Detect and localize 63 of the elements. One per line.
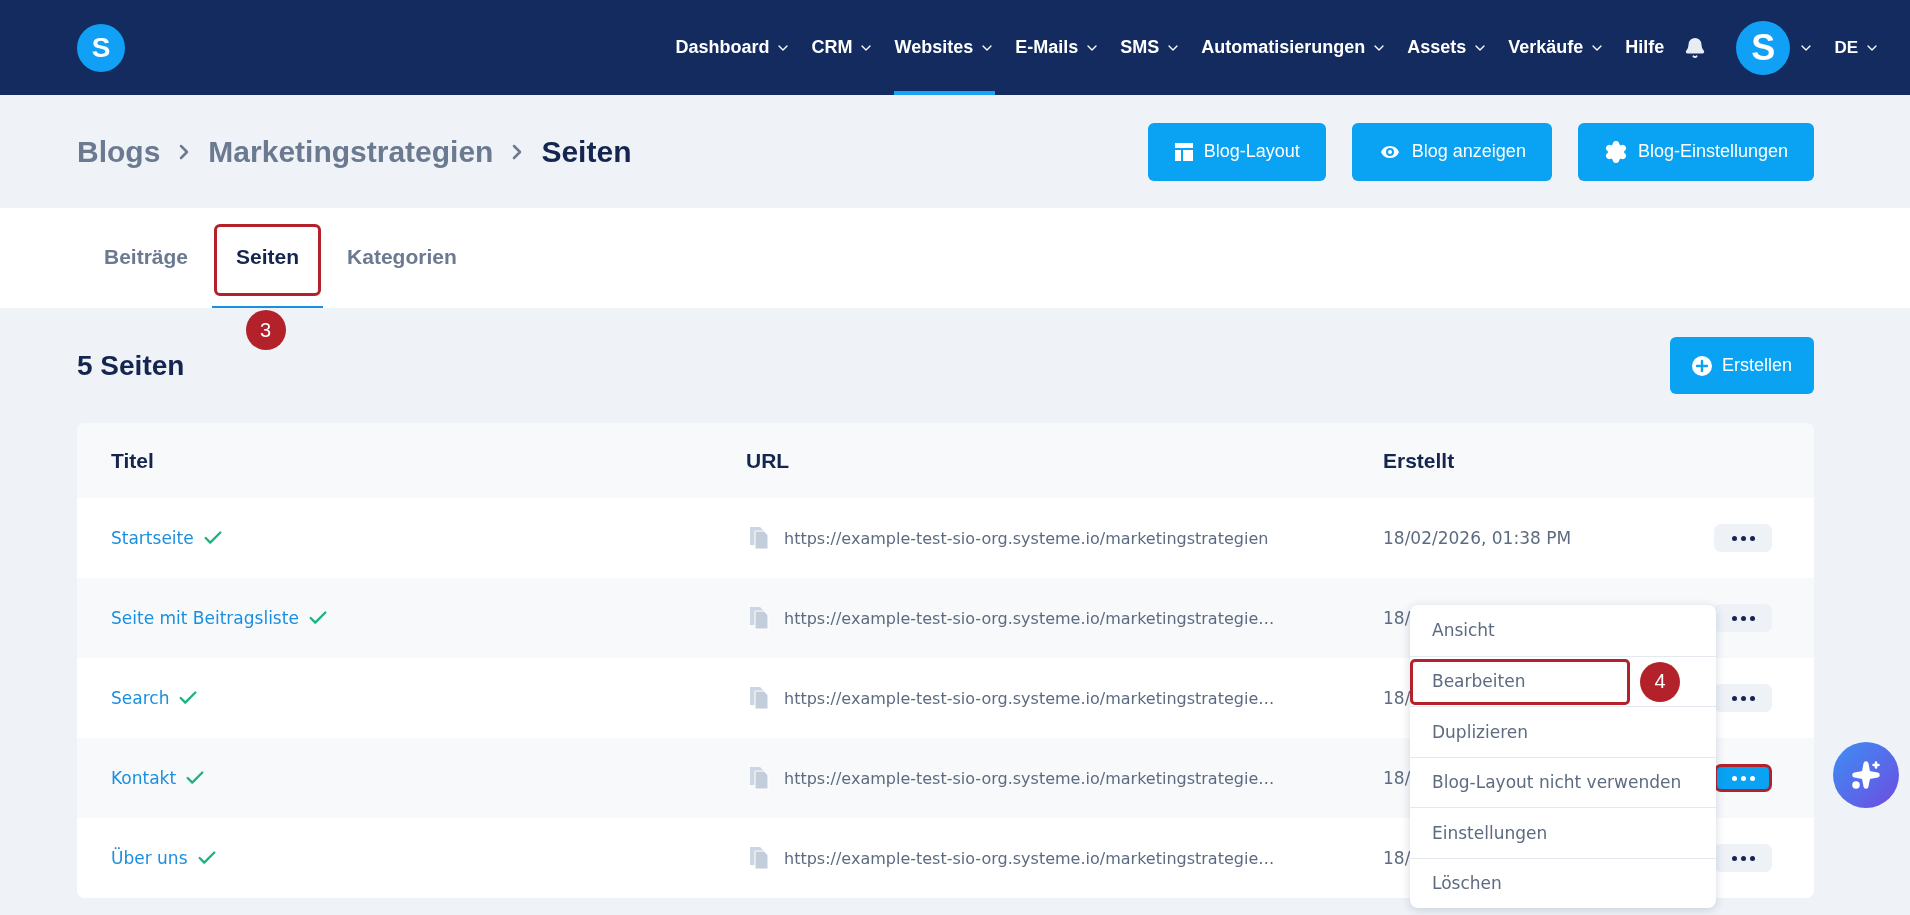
step-badge: 3	[245, 310, 286, 350]
header-button[interactable]: Blog-Einstellungen	[1577, 122, 1814, 181]
breadcrumb-item[interactable]: Marketingstrategien	[208, 134, 494, 169]
section-title: 5 Seiten	[77, 349, 185, 382]
settings-icon	[1603, 139, 1628, 164]
document-icon	[748, 686, 770, 710]
nav-item[interactable]: Assets	[1407, 0, 1489, 95]
page-title-link[interactable]: Kontakt	[111, 768, 177, 788]
url-text: https://example-test-sio-org.systeme.io/marketingstrategie…	[784, 608, 1275, 628]
create-button[interactable]: Erstellen	[1669, 337, 1814, 394]
nav-item[interactable]: SMS	[1120, 0, 1182, 95]
page-title-link[interactable]: Search	[111, 688, 170, 708]
url-text: https://example-test-sio-org.systeme.io/marketingstrategie…	[784, 768, 1275, 788]
language-selector[interactable]: DE	[1834, 37, 1880, 58]
menu-item[interactable]: Blog-Layout nicht verwenden	[1410, 756, 1716, 807]
column-header: Erstellt	[1383, 448, 1456, 473]
page-title-link[interactable]: Über uns	[111, 848, 188, 868]
url-text: https://example-test-sio-org.systeme.io/marketingstrategien	[784, 528, 1269, 548]
menu-item[interactable]: Duplizieren	[1410, 706, 1716, 757]
layout-icon	[1173, 141, 1194, 162]
more-button[interactable]	[1714, 684, 1772, 712]
avatar[interactable]: S	[1736, 20, 1791, 75]
document-icon	[748, 766, 770, 790]
menu-item[interactable]: Einstellungen	[1410, 807, 1716, 858]
more-button[interactable]	[1714, 844, 1772, 872]
breadcrumb-item: Seiten	[541, 134, 632, 169]
created-date: 18/	[1383, 848, 1411, 868]
url-text: https://example-test-sio-org.systeme.io/marketingstrategie…	[784, 688, 1275, 708]
tab[interactable]: Beiträge	[80, 208, 213, 308]
document-icon	[748, 846, 770, 870]
tab[interactable]: Kategorien	[323, 208, 481, 308]
nav-item[interactable]: Verkäufe	[1508, 0, 1606, 95]
menu-item[interactable]: Ansicht	[1410, 605, 1716, 656]
page-title-link[interactable]: Startseite	[111, 528, 194, 548]
menu-item[interactable]: Bearbeiten 4	[1410, 655, 1716, 706]
nav-item[interactable]: Hilfe	[1625, 0, 1665, 95]
url-text: https://example-test-sio-org.systeme.io/marketingstrategie…	[784, 848, 1275, 868]
more-button[interactable]	[1714, 764, 1772, 792]
column-header: Titel	[111, 448, 155, 473]
more-button[interactable]	[1714, 604, 1772, 632]
menu-item[interactable]: Löschen	[1410, 857, 1716, 908]
page-title-link[interactable]: Seite mit Beitragsliste	[111, 608, 299, 628]
nav-item[interactable]: E-Mails	[1015, 0, 1101, 95]
nav-item[interactable]: Automatisierungen	[1201, 0, 1388, 95]
nav-item[interactable]: Websites	[894, 0, 996, 95]
document-icon	[748, 606, 770, 630]
header-button[interactable]: Blog anzeigen	[1351, 122, 1552, 181]
step-badge: 4	[1640, 661, 1680, 702]
created-date: 18/	[1383, 688, 1411, 708]
notification-icon[interactable]	[1684, 36, 1707, 59]
more-button[interactable]	[1714, 524, 1772, 552]
nav-item[interactable]: CRM	[811, 0, 875, 95]
plus-icon	[1691, 355, 1712, 376]
breadcrumb-item[interactable]: Blogs	[77, 134, 161, 169]
nav-item[interactable]: Dashboard	[675, 0, 792, 95]
logo[interactable]: S	[77, 23, 125, 72]
created-date: 18/	[1383, 768, 1411, 788]
created-date: 18/02/2026, 01:38 PM	[1383, 528, 1572, 548]
header-button[interactable]: Blog-Layout	[1147, 122, 1326, 181]
column-header: URL	[746, 448, 791, 473]
document-icon	[748, 526, 770, 550]
created-date: 18/	[1383, 608, 1411, 628]
sparkle-icon	[1851, 760, 1881, 790]
